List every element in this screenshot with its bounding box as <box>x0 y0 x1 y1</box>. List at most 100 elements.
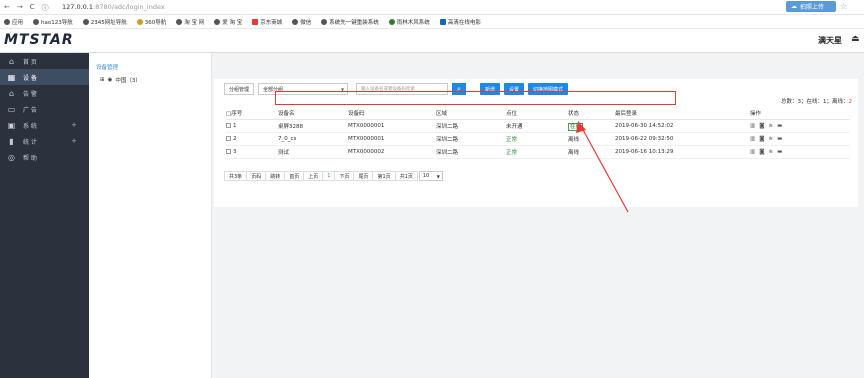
last-page-button[interactable]: 尾页 <box>353 171 374 181</box>
row-checkbox[interactable] <box>226 136 231 141</box>
forward-icon[interactable]: → <box>17 3 23 13</box>
bookmark-item[interactable]: 应用 <box>4 18 23 26</box>
page-number-input[interactable]: 页码 <box>246 171 267 181</box>
cloud-icon: ☁ <box>791 3 797 10</box>
bookmark-item[interactable]: 系统先一键重装系统 <box>321 18 379 26</box>
page-size-select[interactable]: 10 ▼ <box>418 171 443 181</box>
device-point: 正常 <box>506 145 568 159</box>
switch-map-button[interactable]: 切换地图模式 <box>528 83 569 95</box>
photo-upload-button[interactable]: ☁ 拍照上传 <box>786 1 836 12</box>
globe-icon <box>292 18 299 25</box>
device-name: 7_0_cs <box>278 132 348 146</box>
bookmark-item[interactable]: 微信 <box>292 18 311 26</box>
wifi-icon[interactable]: ≋ <box>769 149 774 155</box>
sidebar-item-label: 首 页 <box>23 58 37 66</box>
row-checkbox[interactable] <box>226 123 231 128</box>
stats-label: ；在线： <box>800 99 823 105</box>
bookmark-item[interactable]: 爱 淘 宝 <box>214 18 242 26</box>
wifi-icon[interactable]: ≋ <box>769 136 774 142</box>
sidebar-item-stats[interactable]: ▮ 统 计 + <box>0 133 89 149</box>
ads-icon: ▭ <box>7 104 16 114</box>
movie-icon <box>439 18 446 25</box>
first-page-button[interactable]: 首页 <box>284 171 305 181</box>
bookmark-label: 360导航 <box>144 19 167 26</box>
stats-offline: 2 <box>848 99 853 105</box>
last-login: 2019-06-30 14:52:02 <box>615 119 750 133</box>
row-no-cell: 3 <box>226 145 278 159</box>
row-actions: ▥ ◙ ≋ ▬ <box>750 119 850 133</box>
bookmark-item[interactable]: 雨林木风系统 <box>388 18 430 26</box>
last-login: 2019-06-16 10:13:29 <box>615 145 750 159</box>
add-button[interactable]: 新增 <box>480 83 501 95</box>
table-row[interactable]: 1 桌屏3288 MTX0000001 深圳二路 未开通 在线 2019-06-… <box>226 119 850 133</box>
bookmark-label: 爱 淘 宝 <box>222 19 243 26</box>
camera-icon[interactable]: ◙ <box>759 136 764 142</box>
bookmark-star-icon[interactable]: ☆ <box>840 2 847 11</box>
jump-button[interactable]: 跳转 <box>265 171 286 181</box>
row-actions: ▥ ◙ ≋ ▬ <box>750 145 850 159</box>
bookmark-item[interactable]: 2345网址导航 <box>82 18 127 26</box>
tree-node-china[interactable]: ⊞ ◉ 中国（3） <box>100 76 141 84</box>
bookmark-item[interactable]: 淘 宝 网 <box>176 18 204 26</box>
address-bar[interactable]: 127.0.0.1:8780/adc/login_index <box>62 3 165 11</box>
tree-title[interactable]: 设备管理 <box>96 63 118 71</box>
device-list-panel: 分组管理 全部分组 ▼ 输入设备名或者设备码检索 ⌕ 新增 设置 切换地图模式 总… <box>214 79 858 207</box>
device-stats: 总数：3；在线：1；离线：2 <box>781 97 852 105</box>
stats-label: ；离线： <box>826 99 849 105</box>
message-icon[interactable]: ▬ <box>777 136 782 142</box>
toolbar: 分组管理 全部分组 ▼ 输入设备名或者设备码检索 ⌕ 新增 设置 切换地图模式 <box>224 83 569 95</box>
chart-icon[interactable]: ▥ <box>750 149 755 155</box>
column-header: 最后登录 <box>615 107 750 120</box>
table-row[interactable]: 2 7_0_cs MTX0000001 深圳二路 正常 离线 2019-06-2… <box>226 132 850 146</box>
camera-icon[interactable]: ◙ <box>759 149 764 155</box>
camera-icon[interactable]: ◙ <box>759 123 764 129</box>
prev-page-button[interactable]: 上页 <box>303 171 324 181</box>
column-header: 状态 <box>568 107 615 120</box>
sidebar-item-device[interactable]: ▦ 设 备 <box>0 69 89 85</box>
info-icon: ⓘ <box>41 4 49 12</box>
sidebar-item-label: 告 警 <box>23 90 37 98</box>
logout-icon[interactable]: ⏏ <box>851 34 860 44</box>
row-no: 2 <box>233 136 237 142</box>
back-icon[interactable]: ← <box>4 3 10 13</box>
user-name[interactable]: 满天星 <box>818 35 842 46</box>
settings-button[interactable]: 设置 <box>504 83 525 95</box>
bookmark-label: 应用 <box>12 19 24 26</box>
sidebar-item-ads[interactable]: ▭ 广 告 <box>0 101 89 117</box>
row-checkbox[interactable] <box>226 149 231 154</box>
column-header: 点位 <box>506 107 568 120</box>
group-manage-button[interactable]: 分组管理 <box>224 83 255 95</box>
column-header: 设备码 <box>348 107 436 120</box>
sidebar-item-label: 设 备 <box>23 74 37 82</box>
row-no-cell: 2 <box>226 132 278 146</box>
sidebar-item-alarm[interactable]: ⌂ 告 警 <box>0 85 89 101</box>
globe-icon <box>33 18 40 25</box>
bookmark-item[interactable]: 360导航 <box>136 18 167 26</box>
expand-icon[interactable]: + <box>71 121 77 129</box>
wifi-icon[interactable]: ≋ <box>769 123 774 129</box>
expand-toggle-icon[interactable]: ⊞ <box>100 77 105 83</box>
message-icon[interactable]: ▬ <box>777 149 782 155</box>
search-input[interactable]: 输入设备名或者设备码检索 <box>356 83 449 95</box>
column-header[interactable]: □序号 <box>226 107 278 120</box>
column-header: 区域 <box>436 107 506 120</box>
expand-icon[interactable]: + <box>71 137 77 145</box>
bookmark-item[interactable]: 高清在线电影 <box>439 18 481 26</box>
next-page-button[interactable]: 下页 <box>334 171 355 181</box>
reload-icon[interactable]: C <box>30 3 35 13</box>
status-cell: 在线 <box>568 119 615 133</box>
message-icon[interactable]: ▬ <box>777 123 782 129</box>
chart-icon[interactable]: ▥ <box>750 136 755 142</box>
sidebar-item-system[interactable]: ▣ 系 统 + <box>0 117 89 133</box>
sidebar-item-help[interactable]: ◎ 帮 助 <box>0 149 89 165</box>
bookmark-item[interactable]: 京东商城 <box>252 18 282 26</box>
bookmark-item[interactable]: hao123导航 <box>33 18 73 26</box>
bookmark-label: 淘 宝 网 <box>184 19 205 26</box>
sidebar-item-home[interactable]: ⌂ 首 页 <box>0 53 89 69</box>
row-no-cell: 1 <box>226 119 278 133</box>
search-button[interactable]: ⌕ <box>452 83 467 95</box>
table-row[interactable]: 3 测试 MTX0000002 深圳二路 正常 离线 2019-06-16 10… <box>226 145 850 159</box>
chart-icon[interactable]: ▥ <box>750 123 755 129</box>
group-select[interactable]: 全部分组 ▼ <box>258 83 349 95</box>
status-cell: 离线 <box>568 145 615 159</box>
